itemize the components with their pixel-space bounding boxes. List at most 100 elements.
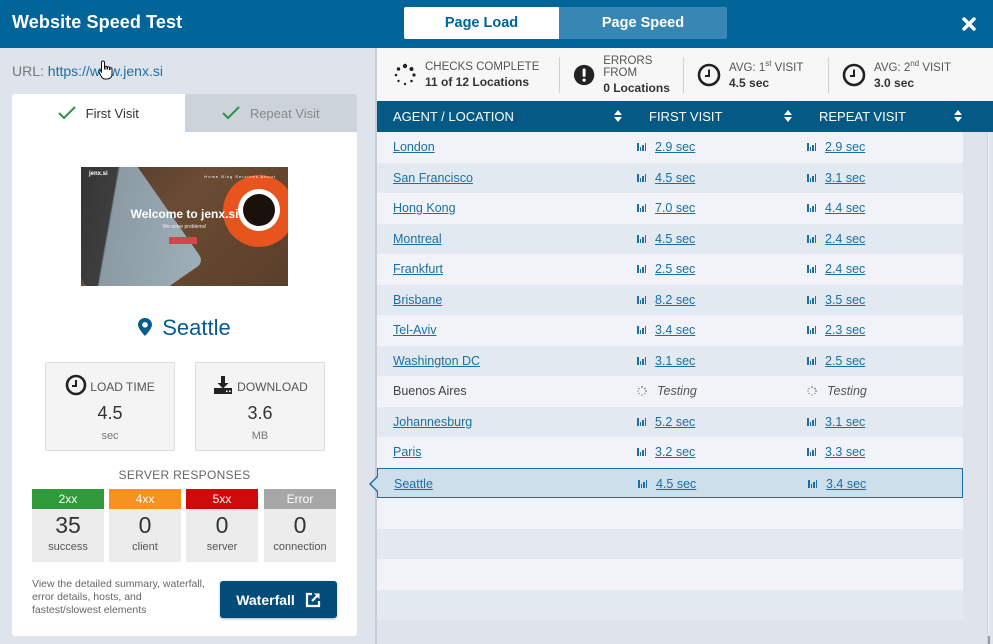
url-row: URL: https://www.jenx.si	[12, 63, 163, 79]
tab-page-load-results[interactable]: Page Load Results	[404, 7, 559, 63]
location-link[interactable]: Johannesburg	[393, 415, 472, 429]
chart-icon	[637, 448, 647, 456]
column-header-first-visit[interactable]: FIRST VISIT	[649, 101, 722, 132]
response-code: 5xx	[186, 489, 258, 509]
column-header-location[interactable]: AGENT / LOCATION	[393, 101, 514, 132]
first-visit-time-link[interactable]: 3.1 sec	[655, 354, 695, 368]
close-button[interactable]	[958, 13, 980, 35]
sort-icon[interactable]	[784, 110, 792, 123]
response-code: Error	[264, 489, 336, 509]
response-code: 2xx	[32, 489, 104, 509]
download-label: DOWNLOAD	[237, 380, 308, 394]
repeat-visit-time-link[interactable]: 3.4 sec	[826, 477, 866, 491]
table-row-empty	[377, 498, 963, 529]
tab-page-speed-insights[interactable]: Page Speed Insights	[559, 7, 727, 63]
chart-icon	[807, 448, 817, 456]
stat-avg2-label: AVG: 2	[874, 61, 911, 74]
tab-repeat-visit[interactable]: Repeat Visit	[184, 94, 357, 132]
download-icon	[214, 376, 233, 394]
first-visit-time-link[interactable]: 4.5 sec	[655, 171, 695, 185]
chart-icon	[637, 265, 647, 273]
location-link[interactable]: Frankfurt	[393, 262, 443, 276]
download-unit: MB	[251, 430, 269, 442]
repeat-visit-time-link[interactable]: 3.5 sec	[825, 293, 865, 307]
server-response-4xx: 4xx 0 client	[109, 489, 181, 562]
first-visit-time-link[interactable]: 4.5 sec	[656, 477, 696, 491]
alert-icon	[573, 64, 595, 85]
table-row-empty	[377, 559, 963, 590]
results-panel: CHECKS COMPLETE 11 of 12 Locations ERRORS…	[369, 48, 993, 644]
location-link[interactable]: Tel-Aviv	[393, 323, 437, 337]
clock-icon	[842, 63, 866, 86]
sort-icon[interactable]	[614, 110, 622, 123]
repeat-visit-time-link[interactable]: 2.9 sec	[825, 140, 865, 154]
thumbnail-nav: Home Blog Services About	[204, 174, 276, 179]
stat-divider	[683, 56, 684, 93]
table-row[interactable]: Paris 3.2 sec 3.3 sec	[377, 437, 963, 468]
first-visit-time-link[interactable]: 4.5 sec	[655, 232, 695, 246]
waterfall-button[interactable]: Waterfall	[220, 581, 337, 618]
table-row[interactable]: London 2.9 sec 2.9 sec	[377, 132, 963, 163]
table-row[interactable]: San Francisco 4.5 sec 3.1 sec	[377, 162, 963, 193]
thumbnail-brand: jenx.si	[89, 171, 108, 177]
visit-tabs: First Visit Repeat Visit	[12, 94, 357, 132]
location-link[interactable]: Brisbane	[393, 293, 442, 307]
table-row[interactable]: Tel-Aviv 3.4 sec 2.3 sec	[377, 315, 963, 346]
chart-icon	[807, 417, 817, 426]
repeat-visit-time-link[interactable]: 4.4 sec	[825, 201, 865, 215]
scrollbar[interactable]	[987, 132, 990, 644]
table-row[interactable]: Montreal 4.5 sec 2.4 sec	[377, 223, 963, 254]
scrollbar-thumb[interactable]	[988, 636, 990, 644]
repeat-visit-time-link[interactable]: 2.3 sec	[825, 323, 865, 337]
location-link[interactable]: San Francisco	[393, 171, 473, 185]
stat-errors: ERRORS FROM 0 Locations	[559, 55, 683, 95]
repeat-visit-time-link[interactable]: 2.4 sec	[825, 262, 865, 276]
first-visit-time-link[interactable]: 3.4 sec	[655, 323, 695, 337]
chart-icon	[638, 479, 648, 488]
location-link[interactable]: Seattle	[394, 477, 433, 491]
table-row[interactable]: Johannesburg 5.2 sec 3.1 sec	[377, 406, 963, 437]
response-count: 0	[138, 512, 152, 538]
column-header-repeat-visit[interactable]: REPEAT VISIT	[819, 101, 906, 132]
chart-icon	[637, 204, 647, 212]
download-metric: DOWNLOAD 3.6 MB	[195, 362, 325, 451]
load-time-metric: LOAD TIME 4.5 sec	[45, 362, 175, 451]
table-row[interactable]: Frankfurt 2.5 sec 2.4 sec	[377, 254, 963, 285]
thumbnail-cta-button	[169, 237, 197, 244]
first-visit-time-link[interactable]: 2.5 sec	[655, 262, 695, 276]
load-time-value: 4.5	[97, 403, 123, 423]
repeat-visit-time-link[interactable]: 3.3 sec	[825, 445, 865, 459]
thumbnail-subline: We solve problems!	[162, 224, 207, 230]
table-row[interactable]: Washington DC 3.1 sec 2.5 sec	[377, 345, 963, 376]
stat-checks-complete: CHECKS COMPLETE 11 of 12 Locations	[377, 57, 559, 93]
table-row[interactable]: Seattle 4.5 sec 3.4 sec	[369, 467, 963, 498]
table-row[interactable]: Buenos Aires Testing Testing	[377, 376, 963, 407]
repeat-visit-time-link[interactable]: 3.1 sec	[825, 415, 865, 429]
hand-cursor-icon	[98, 60, 114, 85]
first-visit-time-link[interactable]: 7.0 sec	[655, 201, 695, 215]
external-link-icon	[305, 592, 320, 607]
first-visit-time-link[interactable]: 2.9 sec	[655, 140, 695, 154]
app-header: Website Speed Test Page Load Results Pag…	[0, 0, 993, 63]
location-link[interactable]: Washington DC	[393, 354, 480, 368]
tab-first-visit[interactable]: First Visit	[12, 94, 185, 132]
chart-icon	[637, 417, 647, 426]
thumbnail-headline: Welcome to jenx.si	[130, 207, 239, 221]
repeat-visit-time-link[interactable]: 2.4 sec	[825, 232, 865, 246]
sort-icon[interactable]	[954, 110, 962, 123]
results-table-header: AGENT / LOCATION FIRST VISIT REPEAT VISI…	[377, 101, 993, 132]
location-link[interactable]: Paris	[393, 445, 421, 459]
tab-repeat-visit-label: Repeat Visit	[249, 105, 320, 121]
location-link[interactable]: Hong Kong	[393, 201, 456, 215]
first-visit-time-link[interactable]: 5.2 sec	[655, 415, 695, 429]
location-link[interactable]: Montreal	[393, 232, 442, 246]
response-count: 0	[215, 512, 229, 538]
table-row[interactable]: Hong Kong 7.0 sec 4.4 sec	[377, 193, 963, 224]
table-row[interactable]: Brisbane 8.2 sec 3.5 sec	[377, 284, 963, 315]
location-link[interactable]: London	[393, 140, 435, 154]
repeat-visit-time-link[interactable]: 3.1 sec	[825, 171, 865, 185]
repeat-visit-time-link[interactable]: 2.5 sec	[825, 354, 865, 368]
clock-icon	[697, 63, 721, 86]
first-visit-time-link[interactable]: 8.2 sec	[655, 293, 695, 307]
first-visit-time-link[interactable]: 3.2 sec	[655, 445, 695, 459]
